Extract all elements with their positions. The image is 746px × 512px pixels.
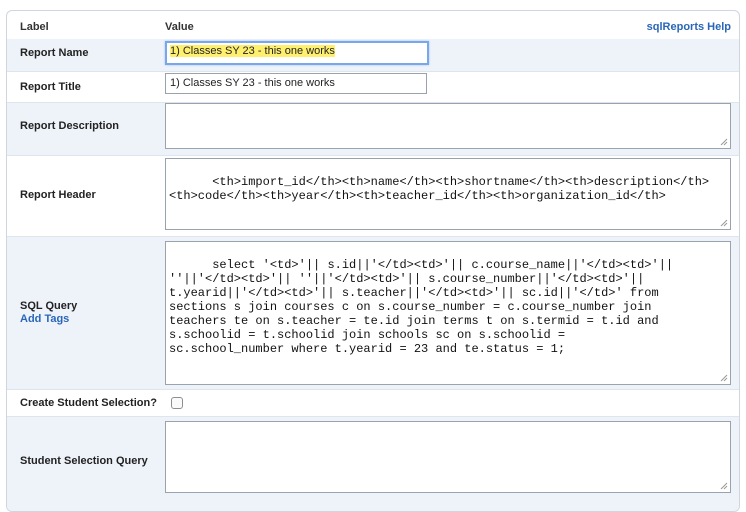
report-description-label: Report Description	[20, 120, 120, 132]
sql-query-label: SQL Query	[20, 300, 78, 312]
resize-grip-icon[interactable]	[719, 218, 728, 227]
report-name-row: Report Name 1) Classes SY 23 - this one …	[7, 39, 739, 71]
report-header-textarea[interactable]: <th>import_id</th><th>name</th><th>short…	[165, 158, 731, 230]
label-column-header: Label	[20, 21, 49, 33]
value-column-header: Value	[165, 21, 194, 33]
report-header-label: Report Header	[20, 189, 96, 201]
resize-grip-icon[interactable]	[719, 137, 728, 146]
report-form-panel: Label Value sqlReports Help Report Name …	[6, 10, 740, 512]
report-title-value: 1) Classes SY 23 - this one works	[170, 77, 335, 89]
report-header-value: <th>import_id</th><th>name</th><th>short…	[169, 175, 710, 203]
report-header-row: Report Header <th>import_id</th><th>name…	[7, 156, 739, 236]
table-header-row: Label Value sqlReports Help	[7, 11, 739, 39]
sql-query-row: SQL Query Add Tags select '<td>'|| s.id|…	[7, 237, 739, 389]
report-title-label: Report Title	[20, 81, 81, 93]
student-selection-query-textarea[interactable]	[165, 421, 731, 493]
report-description-row: Report Description	[7, 103, 739, 155]
report-name-value: 1) Classes SY 23 - this one works	[170, 45, 335, 57]
report-name-label: Report Name	[20, 47, 89, 59]
create-student-selection-row: Create Student Selection?	[7, 390, 739, 416]
create-student-selection-checkbox[interactable]	[171, 397, 183, 409]
add-tags-link[interactable]: Add Tags	[20, 313, 69, 325]
sqlreports-help-link[interactable]: sqlReports Help	[647, 21, 731, 33]
sql-query-textarea[interactable]: select '<td>'|| s.id||'</td><td>'|| c.co…	[165, 241, 731, 385]
resize-grip-icon[interactable]	[719, 481, 728, 490]
report-title-input[interactable]: 1) Classes SY 23 - this one works	[165, 73, 427, 94]
report-description-textarea[interactable]	[165, 103, 731, 149]
resize-grip-icon[interactable]	[719, 373, 728, 382]
student-selection-query-row: Student Selection Query	[7, 417, 739, 511]
report-title-row: Report Title 1) Classes SY 23 - this one…	[7, 72, 739, 102]
sql-query-value: select '<td>'|| s.id||'</td><td>'|| c.co…	[169, 258, 674, 356]
report-name-input[interactable]: 1) Classes SY 23 - this one works	[165, 41, 429, 65]
create-student-selection-label: Create Student Selection?	[20, 397, 157, 409]
student-selection-query-label: Student Selection Query	[20, 455, 148, 467]
